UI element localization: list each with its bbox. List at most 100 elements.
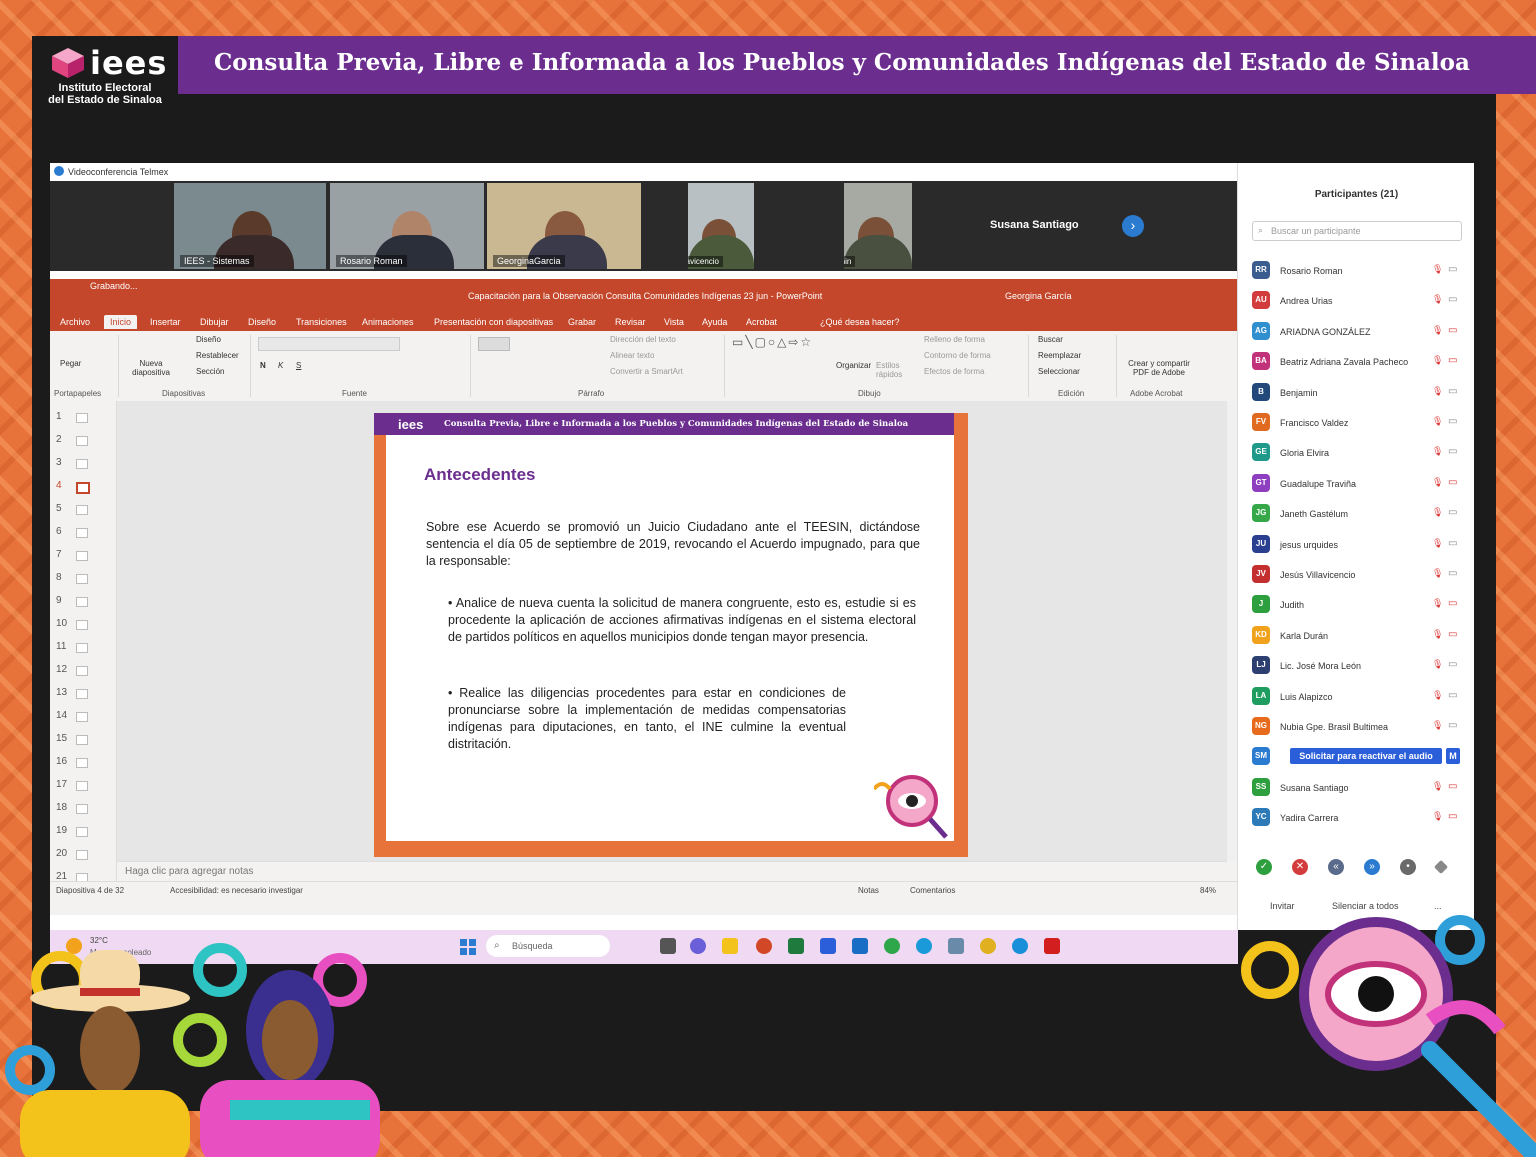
camera-icon[interactable]: ▭ (1448, 659, 1457, 670)
participant-row[interactable]: GE Gloria Elvira 🎙 ▭ (1252, 443, 1462, 463)
camera-icon[interactable]: ▭ (1448, 416, 1457, 427)
mic-muted-icon[interactable]: 🎙 (1432, 690, 1443, 701)
camera-icon[interactable]: ▭ (1448, 690, 1457, 701)
tab-diseno[interactable]: Diseño (248, 317, 276, 327)
mic-muted-icon[interactable]: 🎙 (1432, 659, 1443, 670)
video-tile[interactable]: Jesús Villavicencio (688, 183, 754, 269)
powerpoint-icon[interactable] (756, 938, 772, 954)
tell-me-search[interactable]: ¿Qué desea hacer? (820, 317, 900, 327)
participant-row[interactable]: KD Karla Durán 🎙 ▭ (1252, 625, 1462, 646)
align-text-button[interactable]: Alinear texto (610, 351, 654, 360)
new-slide-button[interactable]: Nueva diapositiva (126, 359, 176, 377)
camera-icon[interactable]: ▭ (1448, 568, 1457, 579)
camera-off-icon[interactable]: ▭ (1448, 325, 1457, 336)
mic-muted-icon[interactable]: 🎙 (1432, 325, 1443, 336)
mic-muted-icon[interactable]: 🎙 (1432, 781, 1443, 792)
zoom-level[interactable]: 84% (1200, 886, 1216, 895)
camera-icon[interactable]: ▭ (1448, 386, 1457, 397)
check-icon[interactable]: ✓ (1256, 859, 1272, 875)
participant-row[interactable]: JU jesus urquides 🎙 ▭ (1252, 534, 1462, 555)
slide-thumbnail[interactable]: 3 (56, 457, 88, 469)
select-button[interactable]: Seleccionar (1038, 367, 1080, 376)
video-tile[interactable]: IEES - Sistemas (174, 183, 326, 269)
tab-presentacion[interactable]: Presentación con diapositivas (434, 317, 553, 327)
more-icon[interactable]: • (1400, 859, 1416, 875)
notes-pane[interactable]: Haga clic para agregar notas (117, 861, 1227, 882)
camera-off-icon[interactable]: ▭ (1448, 629, 1457, 640)
tab-acrobat[interactable]: Acrobat (746, 317, 777, 327)
mic-muted-icon[interactable]: 🎙 (1432, 629, 1443, 640)
camera-icon[interactable]: ▭ (1448, 264, 1457, 275)
rewind-icon[interactable]: « (1328, 859, 1344, 875)
mic-muted-icon[interactable]: 🎙 (1432, 598, 1443, 609)
excel-icon[interactable] (788, 938, 804, 954)
participant-row[interactable]: NG Nubia Gpe. Brasil Bultimea 🎙 ▭ (1252, 717, 1462, 737)
reset-button[interactable]: Restablecer (196, 351, 239, 360)
slide-thumbnail[interactable]: 16 (56, 756, 88, 768)
user-name[interactable]: Georgina García (1005, 291, 1072, 301)
participant-row[interactable]: SS Susana Santiago 🎙 ▭ (1252, 777, 1462, 798)
mic-muted-icon[interactable]: 🎙 (1432, 811, 1443, 822)
participant-row[interactable]: AG ARIADNA GONZÁLEZ 🎙 ▭ (1252, 321, 1462, 342)
list-button[interactable] (478, 337, 510, 351)
participant-row[interactable]: LA Luis Alapizco 🎙 ▭ (1252, 686, 1462, 707)
font-name-select[interactable] (258, 337, 400, 351)
slide-thumbnail[interactable]: 8 (56, 572, 88, 584)
camera-off-icon[interactable]: ▭ (1448, 477, 1457, 488)
mic-muted-icon[interactable]: 🎙 (1432, 538, 1443, 549)
tab-animaciones[interactable]: Animaciones (362, 317, 414, 327)
slide-thumbnail[interactable]: 1 (56, 411, 88, 423)
slide-thumbnail[interactable]: 12 (56, 664, 88, 676)
shapes-gallery[interactable]: ▭╲▢○△⇨☆ (732, 335, 828, 375)
video-tile[interactable]: Rosario Roman (330, 183, 484, 269)
slide-thumbnail[interactable]: 15 (56, 733, 88, 745)
next-videos-button[interactable]: › (1122, 215, 1144, 237)
italic-button[interactable]: K (278, 361, 283, 370)
tab-transiciones[interactable]: Transiciones (296, 317, 347, 327)
participant-row[interactable]: JV Jesús Villavicencio 🎙 ▭ (1252, 565, 1462, 585)
camera-off-icon[interactable]: ▭ (1448, 781, 1457, 792)
shape-outline-button[interactable]: Contorno de forma (924, 351, 991, 360)
adobe-pdf-button[interactable]: Crear y compartir PDF de Adobe (1122, 359, 1196, 377)
slide-thumbnail[interactable]: 19 (56, 825, 88, 837)
comments-toggle[interactable]: Comentarios (910, 886, 955, 895)
tab-revisar[interactable]: Revisar (615, 317, 646, 327)
app-icon[interactable] (884, 938, 900, 954)
participant-row[interactable]: FV Francisco Valdez 🎙 ▭ (1252, 413, 1462, 433)
text-direction-button[interactable]: Dirección del texto (610, 335, 676, 344)
camera-off-icon[interactable]: ▭ (1448, 598, 1457, 609)
arrange-button[interactable]: Organizar (836, 361, 871, 370)
more-button[interactable]: M (1446, 748, 1460, 765)
mic-muted-icon[interactable]: 🎙 (1432, 446, 1443, 457)
participant-row[interactable]: J Judith 🎙 ▭ (1252, 595, 1462, 615)
tab-grabar[interactable]: Grabar (568, 317, 596, 327)
section-button[interactable]: Sección (196, 367, 224, 376)
file-explorer-icon[interactable] (722, 938, 738, 954)
slide-thumbnail[interactable]: 10 (56, 618, 88, 630)
word-icon[interactable] (820, 938, 836, 954)
underline-button[interactable]: S (296, 361, 301, 370)
smartart-button[interactable]: Convertir a SmartArt (610, 367, 683, 376)
slide-thumbnail[interactable]: 17 (56, 779, 88, 791)
mic-muted-icon[interactable]: 🎙 (1432, 416, 1443, 427)
chrome-icon[interactable] (980, 938, 996, 954)
windows-start-icon[interactable] (460, 939, 476, 955)
outlook-icon[interactable] (852, 938, 868, 954)
mic-muted-icon[interactable]: 🎙 (1432, 477, 1443, 488)
slide-thumbnail[interactable]: 9 (56, 595, 88, 607)
tab-vista[interactable]: Vista (664, 317, 684, 327)
find-button[interactable]: Buscar (1038, 335, 1063, 344)
request-unmute-button[interactable]: Solicitar para reactivar el audio (1290, 748, 1442, 765)
close-icon[interactable]: ✕ (1292, 859, 1308, 875)
slide-thumbnail[interactable]: 7 (56, 549, 88, 561)
tab-archivo[interactable]: Archivo (60, 317, 90, 327)
mic-muted-icon[interactable]: 🎙 (1432, 294, 1443, 305)
mic-muted-icon[interactable]: 🎙 (1432, 720, 1443, 731)
chat-icon[interactable] (690, 938, 706, 954)
acrobat-icon[interactable] (1044, 938, 1060, 954)
slide-thumbnail[interactable]: 13 (56, 687, 88, 699)
video-tile[interactable]: Benjamin (844, 183, 912, 269)
tab-ayuda[interactable]: Ayuda (702, 317, 727, 327)
participant-row[interactable]: LJ Lic. José Mora León 🎙 ▭ (1252, 656, 1462, 676)
task-view-icon[interactable] (660, 938, 676, 954)
